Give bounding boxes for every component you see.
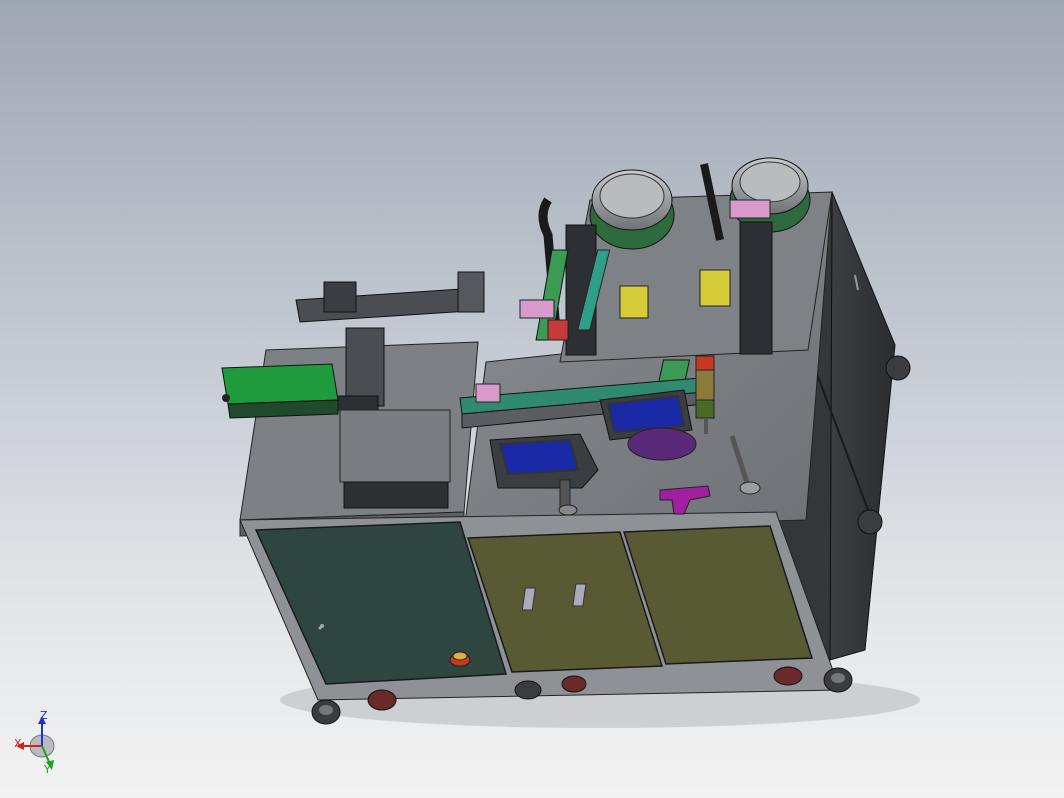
- test-fixture-left[interactable]: [489, 433, 599, 489]
- triad-x-label: X: [14, 737, 22, 750]
- cad-viewport[interactable]: Z X Y: [0, 0, 1064, 798]
- input-conveyor[interactable]: [221, 363, 339, 419]
- machine-model[interactable]: [0, 0, 1064, 798]
- vibratory-bowl-left[interactable]: [589, 169, 675, 250]
- triad-y-label: Y: [44, 763, 51, 776]
- triad-z-label: Z: [40, 709, 48, 722]
- coordinate-triad: Z X Y: [8, 708, 64, 778]
- vibratory-bowl-right[interactable]: [729, 157, 811, 233]
